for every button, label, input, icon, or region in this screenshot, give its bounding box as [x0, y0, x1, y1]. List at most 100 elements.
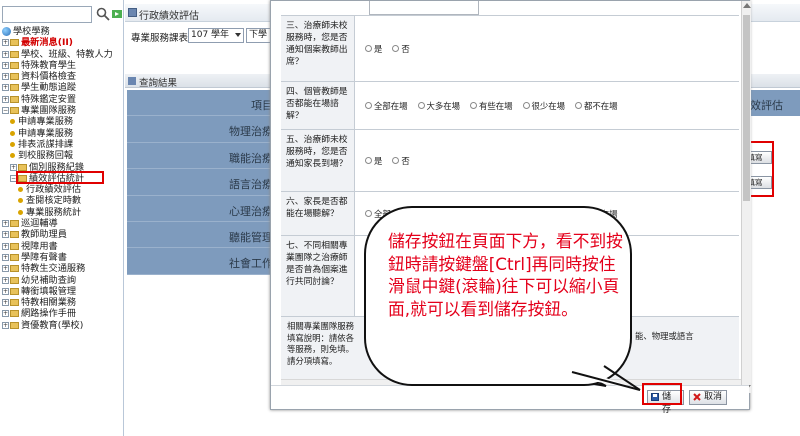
callout-text: 儲存按鈕在頁面下方，看不到按鈕時請按鍵盤[Ctrl]再同時按住滑鼠中鍵(滾輪)往… — [388, 231, 623, 319]
tree-toggle[interactable]: + — [2, 218, 21, 229]
tree-item-label: 特教相關業務 — [21, 297, 77, 309]
folder-icon — [10, 321, 19, 329]
tree-search-input[interactable] — [2, 6, 92, 23]
tree-toggle[interactable]: + — [2, 37, 21, 48]
expand-icon[interactable]: + — [2, 276, 9, 284]
comment-input[interactable] — [369, 1, 479, 15]
tree-item[interactable]: + 巡迴輔導 — [2, 218, 124, 229]
table-row: 語言治療 — [127, 169, 287, 196]
radio-button[interactable] — [522, 102, 530, 109]
expand-icon[interactable]: + — [2, 253, 9, 261]
folder-icon — [10, 265, 19, 273]
cancel-button[interactable]: 取消 — [689, 390, 727, 405]
vertical-scrollbar[interactable] — [741, 1, 751, 393]
question-options: 是否 — [365, 130, 414, 191]
tree-item[interactable]: + 幼兒補助查詢 — [2, 275, 124, 286]
tree-toggle[interactable]: + — [2, 320, 21, 331]
expand-icon[interactable]: + — [2, 287, 9, 295]
tree-item[interactable]: + 學生動態追蹤 — [2, 82, 124, 93]
cancel-button-label: 取消 — [704, 392, 723, 402]
radio-button[interactable] — [365, 45, 372, 52]
tree-item[interactable]: + 視障用書 — [2, 241, 124, 252]
radio-button[interactable] — [365, 102, 372, 109]
table-row: 物理治療 — [127, 116, 287, 143]
tree-item[interactable]: + 特教生交通服務 — [2, 263, 124, 274]
folder-icon — [10, 107, 19, 115]
tree-item[interactable]: 學校學務 — [2, 26, 124, 37]
year-select[interactable]: 107 學年 — [188, 28, 244, 43]
tree-toggle[interactable]: + — [2, 82, 21, 93]
expand-icon[interactable]: + — [2, 73, 9, 81]
bullet-icon — [18, 187, 23, 193]
folder-icon — [18, 163, 27, 171]
tree-toggle[interactable]: + — [2, 60, 21, 71]
expand-icon[interactable]: + — [2, 50, 9, 58]
tree-item[interactable]: + 資料價格檢查 — [2, 71, 124, 82]
tree-toggle[interactable]: + — [2, 229, 21, 240]
tree-item-label: 最新消息(II) — [21, 37, 73, 49]
tree-toggle[interactable]: − — [2, 105, 21, 116]
tree-item[interactable]: 查閱核定時數 — [2, 195, 124, 206]
tree-item[interactable]: + 教師助理員 — [2, 229, 124, 240]
table-row: 職能治療 — [127, 142, 287, 170]
expand-icon[interactable]: + — [2, 310, 9, 318]
question-label: 四、個管教師是否都能在場諮解？ — [281, 82, 355, 129]
collapse-icon[interactable]: − — [2, 107, 9, 115]
expand-icon[interactable]: + — [2, 84, 9, 92]
tree-item[interactable]: + 資優教育(學校) — [2, 320, 124, 331]
tree-toggle[interactable]: + — [2, 297, 21, 308]
expand-icon[interactable]: + — [10, 163, 17, 171]
tree-item[interactable]: + 學校、班級、特教人力 — [2, 49, 124, 60]
tree-item[interactable]: + 網路操作手冊 — [2, 308, 124, 319]
tree-toggle[interactable]: + — [2, 241, 21, 252]
expand-icon[interactable]: + — [2, 231, 9, 239]
tree-item[interactable]: 到校服務回報 — [2, 150, 124, 161]
question-row: 五、治療師未校服務時，您是否通知家長到場？是否 — [281, 129, 739, 191]
tree-item[interactable]: 專業服務統計 — [2, 207, 124, 218]
tree-item[interactable]: + 特教相關業務 — [2, 297, 124, 308]
radio-button[interactable] — [365, 157, 372, 164]
radio-button[interactable] — [365, 210, 372, 217]
scroll-up-arrow-icon[interactable] — [743, 3, 751, 8]
radio-button[interactable] — [392, 157, 400, 164]
tree-item[interactable]: 申請專業服務 — [2, 128, 124, 139]
table-row: 聽能管理 — [127, 221, 287, 249]
radio-button[interactable] — [417, 102, 425, 109]
expand-icon[interactable]: + — [2, 61, 9, 69]
tree-toggle[interactable]: + — [2, 275, 21, 286]
radio-button[interactable] — [470, 102, 477, 109]
tree-toggle[interactable]: + — [2, 252, 21, 263]
tree-item[interactable]: + 轉銜填報管理 — [2, 286, 124, 297]
expand-icon[interactable]: + — [2, 321, 9, 329]
tree-toggle[interactable]: + — [2, 94, 21, 105]
tree-item[interactable]: − 專業團隊服務 — [2, 105, 124, 116]
expand-icon[interactable]: + — [2, 95, 9, 103]
tree-item[interactable]: + 特殊鑑定安置 — [2, 94, 124, 105]
tree-toggle[interactable]: + — [2, 308, 21, 319]
tree-item[interactable]: + 最新消息(II) — [2, 37, 124, 48]
tree-item[interactable]: 行政績效評估 — [2, 184, 124, 195]
search-icon[interactable] — [96, 7, 110, 21]
tree-item[interactable]: 申請專業服務 — [2, 116, 124, 127]
folder-icon — [10, 50, 19, 58]
tree-item-label: 查閱核定時數 — [26, 195, 82, 207]
expand-icon[interactable]: + — [2, 299, 9, 307]
tree-item[interactable]: 排表派謀排課 — [2, 139, 124, 150]
expand-icon[interactable]: + — [2, 242, 9, 250]
tree-item-label: 資料價格檢查 — [21, 71, 77, 83]
question-label: 五、治療師未校服務時，您是否通知家長到場？ — [281, 130, 355, 191]
radio-button[interactable] — [575, 102, 582, 109]
go-arrow-icon[interactable] — [112, 8, 122, 20]
expand-icon[interactable]: + — [2, 220, 9, 228]
tree-item[interactable]: + 特殊教育學生 — [2, 60, 124, 71]
tree-item[interactable]: + 學障有聲書 — [2, 252, 124, 263]
tree-toggle[interactable]: + — [2, 286, 21, 297]
tree-toggle[interactable]: + — [2, 71, 21, 82]
question-label: 七、不同相關專業團隊之治療師是否曾為個案進行共同討論？ — [281, 236, 355, 316]
expand-icon[interactable]: + — [2, 265, 9, 273]
scroll-thumb[interactable] — [743, 15, 750, 201]
tree-toggle[interactable]: + — [2, 49, 21, 60]
radio-button[interactable] — [392, 45, 400, 52]
expand-icon[interactable]: + — [2, 39, 9, 47]
tree-toggle[interactable]: + — [2, 263, 21, 274]
